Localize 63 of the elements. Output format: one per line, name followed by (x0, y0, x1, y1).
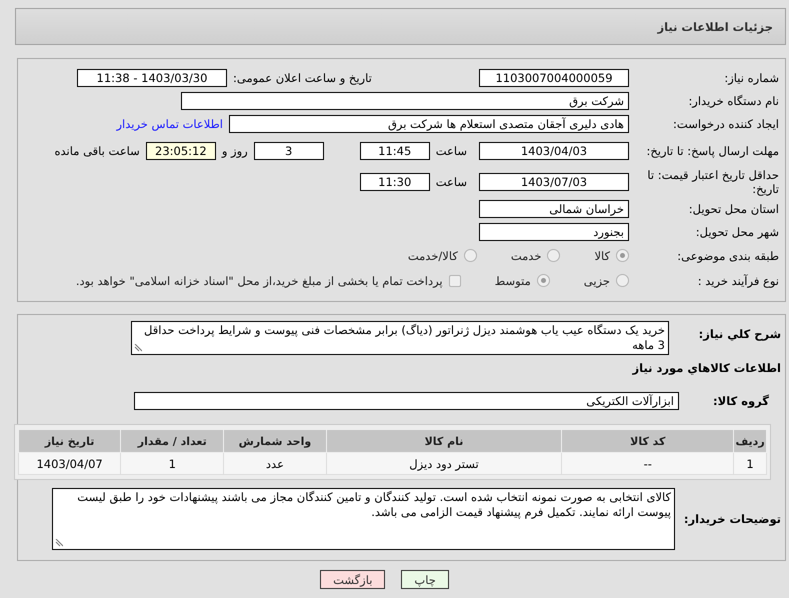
days-field: 3 (254, 142, 324, 160)
field-label: استان محل تحویل: (688, 202, 780, 216)
column-header: ردیف (734, 430, 766, 452)
description-text-area: خرید یک دستگاه عیب یاب هوشمند دیزل ژنراتور (دیاگ) برابر مشخصات فنی پیوست و شرایط پرداخت حداقل 3 ماهه (131, 321, 669, 355)
option-label: کالا/خدمت (408, 248, 458, 262)
time-label: ساعت (436, 144, 467, 158)
radio-button[interactable] (547, 249, 560, 262)
deadline-time-field: 11:45 (360, 142, 430, 160)
table-cell: تستر دود دیزل (326, 452, 562, 474)
resize-grip-icon[interactable] (134, 344, 142, 352)
column-header: تاریخ نیاز (18, 430, 121, 452)
requester-field: هادی دلیری آجقان متصدی استعلام ها شرکت برق (229, 114, 629, 132)
field-label: نوع فرآیند خرید : (696, 274, 780, 288)
validity-date-field: 1403/07/03 (479, 172, 629, 190)
field-label: نام دستگاه خریدار: (687, 94, 780, 108)
option-label: جزیی (584, 274, 610, 288)
province-field: خراسان شمالی (479, 200, 629, 218)
announce-date-field: 1403/03/30 - 11:38 (77, 68, 227, 86)
option-label: پرداخت تمام یا بخشی از مبلغ خرید،از محل "اسناد خزانه اسلامی" خواهد بود. (76, 274, 443, 288)
buyer-notes-text-area: کالای انتخابی به صورت نمونه انتخاب شده است. تولید کنندگان و تامین کنندگان مجاز می باشند پیشنهادات خود را طبق لیست پیوست ارائه نمایند. تکمیل فرم پیشنهاد قیمت الزامی می باشد. (52, 488, 675, 550)
column-header: واحد شمارش (224, 430, 326, 452)
radio-button[interactable] (616, 274, 629, 287)
radio-button[interactable] (536, 274, 550, 287)
field-label: گروه کالا: (712, 394, 770, 408)
buyer-name-field: شرکت برق (181, 92, 629, 110)
field-label: شهر محل تحویل: (694, 224, 780, 238)
column-header: تعداد / مقدار (120, 430, 224, 452)
print-button[interactable]: چاپ (401, 570, 449, 589)
radio-button[interactable] (464, 249, 477, 262)
remaining-time-field: 23:05:12 (146, 142, 216, 160)
column-header: نام کالا (326, 430, 562, 452)
option-label: متوسط (494, 274, 531, 288)
validity-time-field: 11:30 (360, 172, 430, 190)
option-label: خدمت (510, 248, 542, 262)
goods-group-field: ابزارآلات الکتریکی (134, 392, 679, 410)
field-label: شرح کلي نياز: (698, 326, 782, 341)
radio-button[interactable] (616, 249, 629, 262)
need-number-field: 1103007004000059 (479, 68, 629, 86)
back-button[interactable]: بازگشت (320, 570, 386, 589)
remaining-label: ساعت باقی مانده (54, 144, 140, 158)
resize-grip-icon[interactable] (55, 539, 63, 547)
field-label: شماره نیاز: (723, 70, 780, 84)
table-cell: 1 (734, 452, 766, 474)
section-heading: اطلاعات کالاهاي مورد نياز (631, 360, 782, 375)
table-cell: -- (562, 452, 734, 474)
time-label: ساعت (436, 174, 467, 188)
days-label: روز و (222, 144, 248, 158)
deadline-date-field: 1403/04/03 (479, 142, 629, 160)
buyer-contact-link[interactable]: اطلاعات تماس خریدار (116, 116, 223, 130)
checkbox[interactable] (448, 274, 461, 286)
field-label: توضیحات خریدار: (682, 512, 782, 526)
field-label: تاریخ و ساعت اعلان عمومی: (233, 70, 373, 84)
field-label: حداقل تاریخ اعتبار قیمت: تا تاریخ: (646, 168, 780, 196)
field-label: طبقه بندی موضوعی: (676, 248, 780, 262)
table-cell: 1403/04/07 (18, 452, 121, 474)
field-label: مهلت ارسال پاسخ: تا تاریخ: (645, 144, 780, 158)
field-label: ایجاد کننده درخواست: (672, 116, 780, 130)
page-title-bar: جزئیات اطلاعات نیاز (15, 8, 786, 45)
option-label: کالا (594, 248, 610, 262)
city-field: بجنورد (479, 222, 629, 240)
table-cell: عدد (224, 452, 326, 474)
column-header: کد کالا (562, 430, 734, 452)
table-cell: 1 (120, 452, 224, 474)
